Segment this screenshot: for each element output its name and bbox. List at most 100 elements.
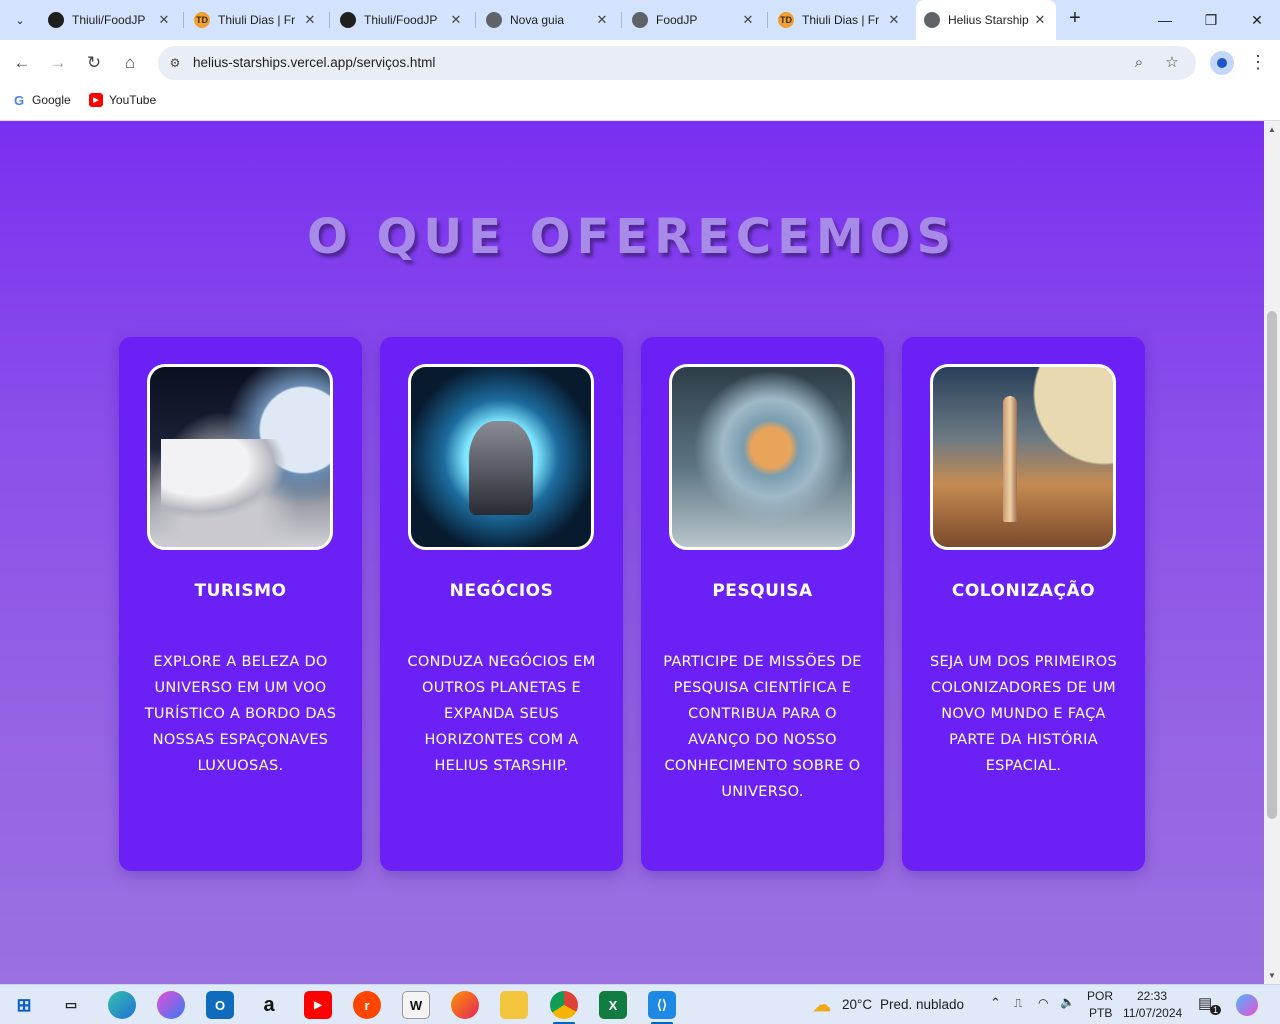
tab-close-icon[interactable]: ✕ bbox=[448, 12, 464, 28]
globe-icon bbox=[924, 12, 940, 28]
spaceship-chair-image bbox=[408, 364, 594, 550]
card-title: COLONIZAÇÃO bbox=[951, 581, 1096, 601]
tray-chevron-up-icon[interactable]: ⌃ bbox=[990, 995, 1001, 1011]
profile-avatar-icon[interactable] bbox=[1210, 51, 1234, 75]
task-view-icon[interactable]: ▭ bbox=[57, 991, 85, 1019]
tab-close-icon[interactable]: ✕ bbox=[740, 12, 756, 28]
scroll-down-arrow-icon[interactable]: ▼ bbox=[1264, 969, 1280, 983]
wifi-icon[interactable]: ◠ bbox=[1038, 996, 1048, 1010]
youtube-icon: ▶ bbox=[89, 93, 103, 107]
tab-title: Thiuli Dias | Fr bbox=[802, 13, 880, 27]
td-icon: TD bbox=[778, 12, 794, 28]
tab-search-chevron-icon[interactable]: ⌄ bbox=[8, 8, 32, 32]
browser-toolbar: ← → ↻ ⌂ ⚙ helius-starships.vercel.app/se… bbox=[0, 40, 1280, 86]
clock-time[interactable]: 22:33 bbox=[1137, 989, 1167, 1003]
bookmark-google[interactable]: G Google bbox=[12, 92, 71, 108]
language-line-1[interactable]: POR bbox=[1087, 989, 1113, 1003]
back-arrow-icon[interactable]: ← bbox=[10, 51, 34, 75]
card-title: PESQUISA bbox=[712, 581, 813, 601]
edge-icon[interactable] bbox=[108, 991, 136, 1019]
window-close-icon[interactable]: ✕ bbox=[1234, 8, 1280, 32]
service-card-colonizacao: COLONIZAÇÃO SEJA UM DOS PRIMEIROS COLONI… bbox=[902, 337, 1145, 871]
service-card-pesquisa: PESQUISA PARTICIPE DE MISSÕES DE PESQUIS… bbox=[641, 337, 884, 871]
scrollbar-thumb[interactable] bbox=[1267, 311, 1277, 819]
windows-start-icon[interactable]: ⊞ bbox=[10, 991, 38, 1019]
firefox-icon[interactable] bbox=[451, 991, 479, 1019]
outlook-icon[interactable]: O bbox=[206, 991, 234, 1019]
copilot-tray-icon[interactable] bbox=[1236, 994, 1258, 1016]
tab-title: Thiuli/FoodJP bbox=[72, 13, 146, 27]
tab-7-active[interactable]: Helius Starship ✕ bbox=[916, 0, 1056, 40]
tab-title: Nova guia bbox=[510, 13, 565, 27]
volume-icon[interactable]: 🔈 bbox=[1060, 995, 1075, 1009]
service-card-turismo: TURISMO EXPLORE A BELEZA DO UNIVERSO EM … bbox=[119, 337, 362, 871]
bookmark-star-icon[interactable]: ☆ bbox=[1163, 54, 1181, 72]
tab-2[interactable]: TD Thiuli Dias | Fr ✕ bbox=[186, 6, 326, 34]
card-title: TURISMO bbox=[194, 581, 287, 601]
amazon-icon[interactable]: a bbox=[255, 991, 283, 1019]
colony-rocket-image bbox=[930, 364, 1116, 550]
tab-title: Thiuli Dias | Fr bbox=[218, 13, 296, 27]
bookmarks-bar: G Google ▶ YouTube bbox=[0, 86, 1280, 121]
browser-tab-strip: ⌄ Thiuli/FoodJP ✕ TD Thiuli Dias | Fr ✕ … bbox=[0, 0, 1280, 40]
vscode-icon[interactable]: ⟨⟩ bbox=[648, 991, 676, 1019]
chrome-icon bbox=[486, 12, 502, 28]
page-viewport: O QUE OFERECEMOS TURISMO EXPLORE A BELEZ… bbox=[0, 121, 1264, 985]
youtube-app-icon[interactable]: ▶ bbox=[304, 991, 332, 1019]
scroll-up-arrow-icon[interactable]: ▲ bbox=[1264, 123, 1280, 137]
github-icon bbox=[340, 12, 356, 28]
tab-6[interactable]: TD Thiuli Dias | Fr ✕ bbox=[770, 6, 910, 34]
restore-icon[interactable]: ❐ bbox=[1188, 8, 1234, 32]
file-explorer-icon[interactable] bbox=[500, 991, 528, 1019]
weather-description[interactable]: Pred. nublado bbox=[880, 997, 964, 1012]
excel-icon[interactable]: X bbox=[599, 991, 627, 1019]
weather-cloud-icon[interactable]: ☁ bbox=[808, 991, 836, 1019]
card-title: NEGÓCIOS bbox=[449, 581, 554, 601]
wikipedia-icon[interactable]: W bbox=[402, 991, 430, 1019]
bookmark-label: YouTube bbox=[109, 93, 157, 107]
section-title: O QUE OFERECEMOS bbox=[306, 209, 958, 265]
reload-icon[interactable]: ↻ bbox=[82, 51, 106, 75]
tab-title: FoodJP bbox=[656, 13, 698, 27]
card-description: EXPLORE A BELEZA DO UNIVERSO EM UM VOO T… bbox=[144, 654, 337, 774]
tab-title: Helius Starship bbox=[948, 13, 1029, 27]
copilot-icon[interactable] bbox=[157, 991, 185, 1019]
google-icon: G bbox=[12, 92, 26, 108]
address-bar[interactable]: ⚙ helius-starships.vercel.app/serviços.h… bbox=[158, 46, 1196, 80]
tab-close-icon[interactable]: ✕ bbox=[156, 12, 172, 28]
tab-close-icon[interactable]: ✕ bbox=[302, 12, 318, 28]
page-scrollbar[interactable]: ▲ ▼ bbox=[1264, 121, 1280, 985]
tab-3[interactable]: Thiuli/FoodJP ✕ bbox=[332, 6, 472, 34]
tab-close-icon[interactable]: ✕ bbox=[594, 12, 610, 28]
site-info-icon[interactable]: ⚙ bbox=[166, 54, 184, 72]
forward-arrow-icon[interactable]: → bbox=[46, 51, 70, 75]
service-card-negocios: NEGÓCIOS CONDUZA NEGÓCIOS EM OUTROS PLAN… bbox=[380, 337, 623, 871]
usb-icon[interactable]: ⎍ bbox=[1014, 996, 1022, 1011]
td-icon: TD bbox=[194, 12, 210, 28]
globe-icon bbox=[632, 12, 648, 28]
minimize-icon[interactable]: — bbox=[1142, 8, 1188, 32]
browser-menu-icon[interactable]: ⋮ bbox=[1248, 51, 1268, 75]
card-description: SEJA UM DOS PRIMEIROS COLONIZADORES DE U… bbox=[929, 654, 1118, 774]
reddit-icon[interactable]: r bbox=[353, 991, 381, 1019]
windows-taskbar: ⊞ ▭ O a ▶ r W X ⟨⟩ ☁ 20°C Pred. nublado … bbox=[0, 984, 1280, 1024]
tab-title: Thiuli/FoodJP bbox=[364, 13, 438, 27]
card-description: CONDUZA NEGÓCIOS EM OUTROS PLANETAS E EX… bbox=[407, 654, 596, 774]
tab-4[interactable]: Nova guia ✕ bbox=[478, 6, 618, 34]
home-icon[interactable]: ⌂ bbox=[118, 51, 142, 75]
tab-5[interactable]: FoodJP ✕ bbox=[624, 6, 764, 34]
weather-temp[interactable]: 20°C bbox=[842, 997, 872, 1012]
tab-close-icon[interactable]: ✕ bbox=[1032, 12, 1048, 28]
research-lab-image bbox=[669, 364, 855, 550]
zoom-icon[interactable]: ⌕ bbox=[1130, 54, 1148, 72]
new-tab-plus-icon[interactable]: + bbox=[1064, 8, 1086, 30]
bookmark-youtube[interactable]: ▶ YouTube bbox=[89, 93, 156, 107]
language-line-2[interactable]: PTB bbox=[1089, 1006, 1112, 1020]
tab-close-icon[interactable]: ✕ bbox=[886, 12, 902, 28]
url-text[interactable]: helius-starships.vercel.app/serviços.htm… bbox=[193, 55, 435, 70]
card-description: PARTICIPE DE MISSÕES DE PESQUISA CIENTÍF… bbox=[663, 654, 862, 800]
tab-1[interactable]: Thiuli/FoodJP ✕ bbox=[40, 6, 180, 34]
clock-date[interactable]: 11/07/2024 bbox=[1123, 1006, 1182, 1020]
bookmark-label: Google bbox=[32, 93, 71, 107]
chrome-icon[interactable] bbox=[550, 991, 578, 1019]
